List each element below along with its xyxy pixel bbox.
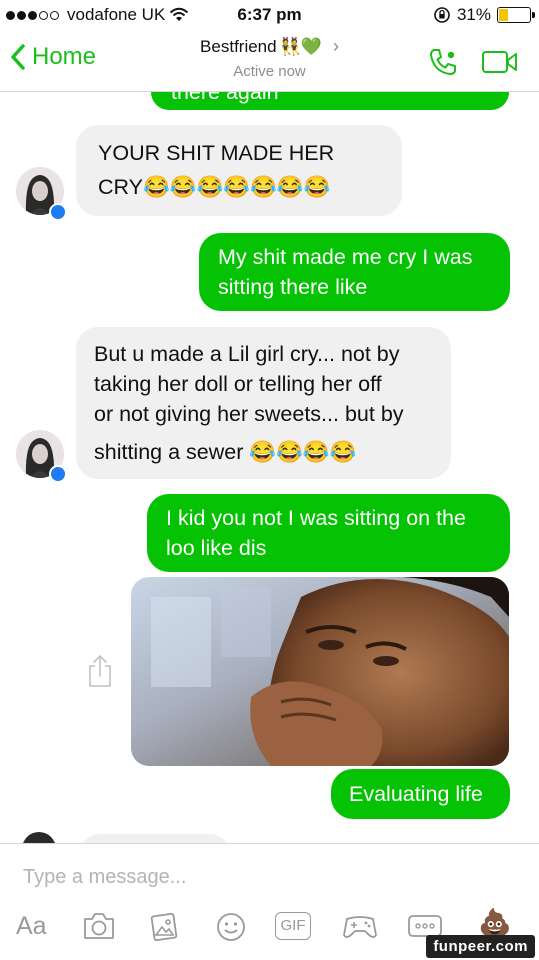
- game-controller-icon[interactable]: [342, 911, 378, 941]
- status-bar: vodafone UK 6:37 pm 31%: [0, 0, 539, 30]
- message-line: shitting a sewer 😂😂😂😂: [94, 440, 357, 464]
- message-line: loo like dis: [166, 536, 267, 560]
- chevron-right-icon: ›: [332, 36, 339, 56]
- message-line: sitting there like: [218, 275, 368, 299]
- message-incoming[interactable]: But u made a Lil girl cry... not by taki…: [76, 327, 451, 479]
- watermark: funpeer.com: [426, 935, 535, 958]
- message-outgoing[interactable]: there again: [151, 92, 509, 110]
- sticker-icon[interactable]: [215, 911, 247, 943]
- message-line: taking her doll or telling her off: [94, 372, 382, 396]
- phone-call-icon[interactable]: [427, 46, 459, 78]
- message-input[interactable]: Type a message...: [23, 866, 186, 889]
- message-outgoing[interactable]: I kid you not I was sitting on the loo l…: [147, 494, 510, 572]
- message-outgoing[interactable]: My shit made me cry I was sitting there …: [199, 233, 510, 311]
- camera-icon[interactable]: [81, 911, 117, 941]
- photo-gallery-icon[interactable]: [148, 911, 180, 943]
- battery-percent: 31%: [456, 5, 491, 24]
- messenger-badge-icon: [49, 465, 67, 483]
- battery-info: 31%: [433, 5, 535, 25]
- gif-button[interactable]: GIF: [275, 912, 311, 940]
- crying-man-image: [131, 577, 509, 766]
- message-line: YOUR SHIT MADE HER: [98, 141, 335, 165]
- rotation-lock-icon: [434, 7, 450, 23]
- message-line: But u made a Lil girl cry... not by: [94, 342, 400, 366]
- message-incoming: [80, 834, 230, 843]
- text-format-button[interactable]: Aa: [16, 912, 47, 941]
- share-icon[interactable]: [87, 654, 113, 688]
- battery-icon: [497, 7, 535, 23]
- contact-emoji: 👯💚: [279, 36, 322, 56]
- conversation-header: Home Bestfriend 👯💚 › Active now: [0, 30, 539, 92]
- avatar: [22, 832, 56, 843]
- message-composer: Type a message... Aa GIF 💩 funpeer.com: [0, 843, 539, 960]
- contact-name: Bestfriend: [200, 36, 277, 56]
- message-text: there again: [171, 92, 279, 104]
- message-incoming[interactable]: YOUR SHIT MADE HER CRY😂😂😂😂😂😂😂: [76, 125, 402, 216]
- message-text: Evaluating life: [349, 782, 483, 806]
- gif-label: GIF: [280, 917, 306, 934]
- message-line: My shit made me cry I was: [218, 245, 473, 269]
- message-line: I kid you not I was sitting on the: [166, 506, 466, 530]
- message-line: CRY😂😂😂😂😂😂😂: [98, 175, 331, 199]
- photo-message[interactable]: [131, 577, 509, 766]
- messenger-badge-icon: [49, 203, 67, 221]
- message-outgoing[interactable]: Evaluating life: [331, 769, 510, 819]
- message-thread[interactable]: there again YOUR SHIT MADE HER CRY😂😂😂😂😂😂…: [0, 92, 539, 843]
- message-line: or not giving her sweets... but by: [94, 402, 404, 426]
- video-call-icon[interactable]: [481, 49, 519, 75]
